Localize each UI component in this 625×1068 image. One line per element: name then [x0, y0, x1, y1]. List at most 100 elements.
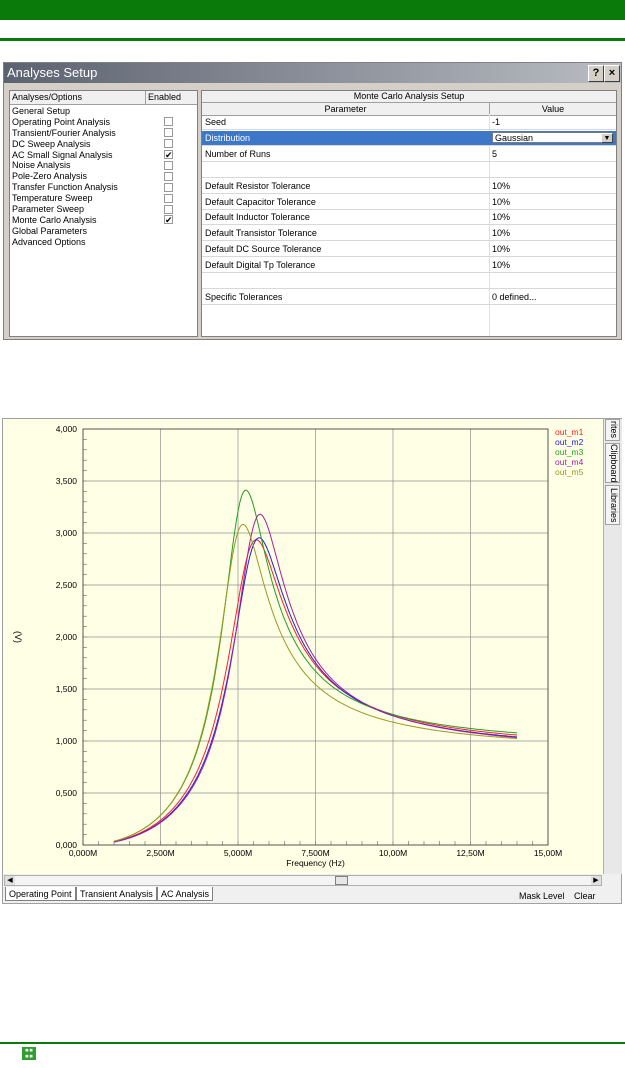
analysis-item-label: Global Parameters [12, 225, 88, 236]
tab-ac-analysis[interactable]: AC Analysis [157, 887, 214, 901]
legend-entry[interactable]: out_m2 [555, 437, 584, 447]
analyses-setup-dialog: Analyses Setup ? × Analyses/Options Enab… [3, 62, 622, 340]
analysis-item-label: Transfer Function Analysis [12, 182, 118, 193]
y-tick-label: 4,000 [56, 424, 78, 434]
analysis-item-label: Temperature Sweep [12, 193, 93, 204]
parameter-value: 10% [492, 228, 511, 239]
column-header-enabled[interactable]: Enabled [146, 91, 197, 104]
analysis-item-label: General Setup [12, 106, 71, 116]
analysis-item[interactable]: Operating Point Analysis [10, 117, 197, 128]
analysis-item[interactable]: DC Sweep Analysis [10, 139, 197, 150]
analysis-item[interactable]: Noise Analysis [10, 160, 197, 171]
analysis-item[interactable]: AC Small Signal Analysis ✔ [10, 150, 197, 161]
side-tab-libraries[interactable]: Libraries [605, 485, 620, 525]
parameter-value: 5 [492, 148, 498, 159]
analysis-item[interactable]: Temperature Sweep [10, 193, 197, 204]
x-tick-label: 2,500M [146, 848, 174, 858]
legend-entry[interactable]: out_m3 [555, 447, 584, 457]
analysis-item-label: Operating Point Analysis [12, 116, 111, 127]
logo-icon: ▪▪ ▪▪ [22, 1047, 36, 1060]
parameter-row[interactable]: Default Capacitor Tolerance 10% [202, 195, 616, 210]
tab-operating-point[interactable]: Operating Point [5, 887, 76, 901]
parameter-value: -1 [492, 117, 501, 127]
y-tick-label: 3,000 [56, 528, 78, 538]
parameter-name: Default Digital Tp Tolerance [205, 260, 316, 271]
parameter-row[interactable]: Default Digital Tp Tolerance 10% [202, 258, 616, 274]
parameter-row[interactable]: Number of Runs 5 [202, 147, 616, 162]
parameter-row[interactable]: Default Transistor Tolerance 10% [202, 226, 616, 242]
enabled-checkbox[interactable]: ✔ [164, 150, 173, 160]
horizontal-scrollbar[interactable]: ◀ ▶ [4, 875, 602, 886]
enabled-checkbox[interactable] [164, 204, 173, 214]
parameter-row[interactable]: Distribution Gaussian ▼ [202, 130, 616, 146]
enabled-checkbox[interactable]: ✔ [164, 215, 173, 225]
analysis-item[interactable]: Transfer Function Analysis [10, 182, 197, 193]
analysis-item[interactable]: Parameter Sweep [10, 204, 197, 215]
legend-entry[interactable]: out_m4 [555, 457, 584, 467]
parameter-row[interactable]: Specific Tolerances 0 defined... [202, 290, 616, 305]
column-header-parameter[interactable]: Parameter [202, 103, 490, 115]
distribution-select[interactable]: Gaussian [492, 131, 607, 143]
parameter-value: 10% [492, 244, 511, 255]
scroll-right-arrow-icon[interactable]: ▶ [591, 876, 601, 885]
parameter-name: Number of Runs [205, 148, 271, 159]
analysis-item-label: Parameter Sweep [12, 204, 85, 215]
parameter-row[interactable]: Default DC Source Tolerance 10% [202, 242, 616, 258]
mask-level-button[interactable]: Mask Level [519, 889, 565, 903]
parameter-value: 10% [492, 196, 511, 207]
dropdown-arrow-icon[interactable]: ▼ [601, 132, 613, 143]
parameter-name: Specific Tolerances [205, 291, 283, 302]
parameter-name: Default Inductor Tolerance [205, 212, 310, 223]
analyses-list-header: Analyses/Options Enabled [10, 91, 197, 105]
analysis-item-label: Transient/Fourier Analysis [12, 127, 116, 138]
side-tab-favorites[interactable]: rites [605, 419, 620, 441]
x-tick-label: 15,00M [534, 848, 562, 858]
enabled-checkbox[interactable] [164, 171, 173, 181]
parameter-row[interactable]: Default Inductor Tolerance 10% [202, 210, 616, 226]
analysis-item[interactable]: Pole-Zero Analysis [10, 171, 197, 182]
analysis-item-label: Noise Analysis [12, 160, 71, 171]
parameter-value: 10% [492, 180, 511, 191]
enabled-checkbox[interactable] [164, 160, 173, 170]
analysis-item[interactable]: Transient/Fourier Analysis [10, 128, 197, 139]
analysis-item[interactable]: Global Parameters [10, 226, 197, 237]
enabled-checkbox[interactable] [164, 139, 173, 149]
tab-transient-analysis[interactable]: Transient Analysis [76, 887, 157, 901]
parameter-row[interactable]: Seed -1 [202, 115, 616, 130]
enabled-checkbox[interactable] [164, 193, 173, 203]
parameter-row[interactable] [202, 163, 616, 178]
y-tick-label: 1,500 [56, 684, 78, 694]
parameter-name: Default DC Source Tolerance [205, 244, 322, 255]
parameter-name: Default Resistor Tolerance [205, 180, 311, 191]
y-axis-label: (V) [13, 631, 23, 643]
analysis-item[interactable]: Monte Carlo Analysis ✔ [10, 215, 197, 226]
parameter-name: Default Transistor Tolerance [205, 228, 317, 239]
column-header-value[interactable]: Value [490, 103, 616, 115]
x-tick-label: 0,000M [69, 848, 97, 858]
y-tick-label: 2,500 [56, 580, 78, 590]
parameter-row[interactable] [202, 274, 616, 289]
scroll-left-arrow-icon[interactable]: ◀ [5, 876, 15, 885]
y-tick-label: 0,500 [56, 788, 78, 798]
x-tick-label: 7,500M [301, 848, 329, 858]
parameter-row[interactable]: Default Resistor Tolerance 10% [202, 179, 616, 194]
legend-entry[interactable]: out_m1 [555, 427, 584, 437]
side-tab-strip: rites Clipboard Libraries [603, 419, 622, 874]
x-tick-label: 10,00M [379, 848, 407, 858]
analysis-items: General Setup Operating Point Analysis Tra… [10, 105, 197, 248]
y-tick-label: 1,000 [56, 736, 78, 746]
scroll-thumb[interactable] [335, 876, 348, 885]
enabled-checkbox[interactable] [164, 182, 173, 192]
close-button[interactable]: × [604, 65, 620, 82]
enabled-checkbox[interactable] [164, 128, 173, 138]
column-header-analyses[interactable]: Analyses/Options [10, 91, 146, 104]
enabled-checkbox[interactable] [164, 117, 173, 127]
help-button[interactable]: ? [588, 65, 604, 82]
legend-entry[interactable]: out_m5 [555, 467, 584, 477]
clear-button[interactable]: Clear [574, 889, 596, 903]
analysis-item[interactable]: Advanced Options [10, 237, 197, 248]
side-tab-clipboard[interactable]: Clipboard [605, 443, 620, 483]
x-axis-label: Frequency (Hz) [286, 858, 345, 868]
waveform-grapher: 0,000 0,500 1,000 1,500 2,000 2,500 3,000 3,500… [2, 418, 622, 904]
analysis-item[interactable]: General Setup [10, 106, 197, 117]
